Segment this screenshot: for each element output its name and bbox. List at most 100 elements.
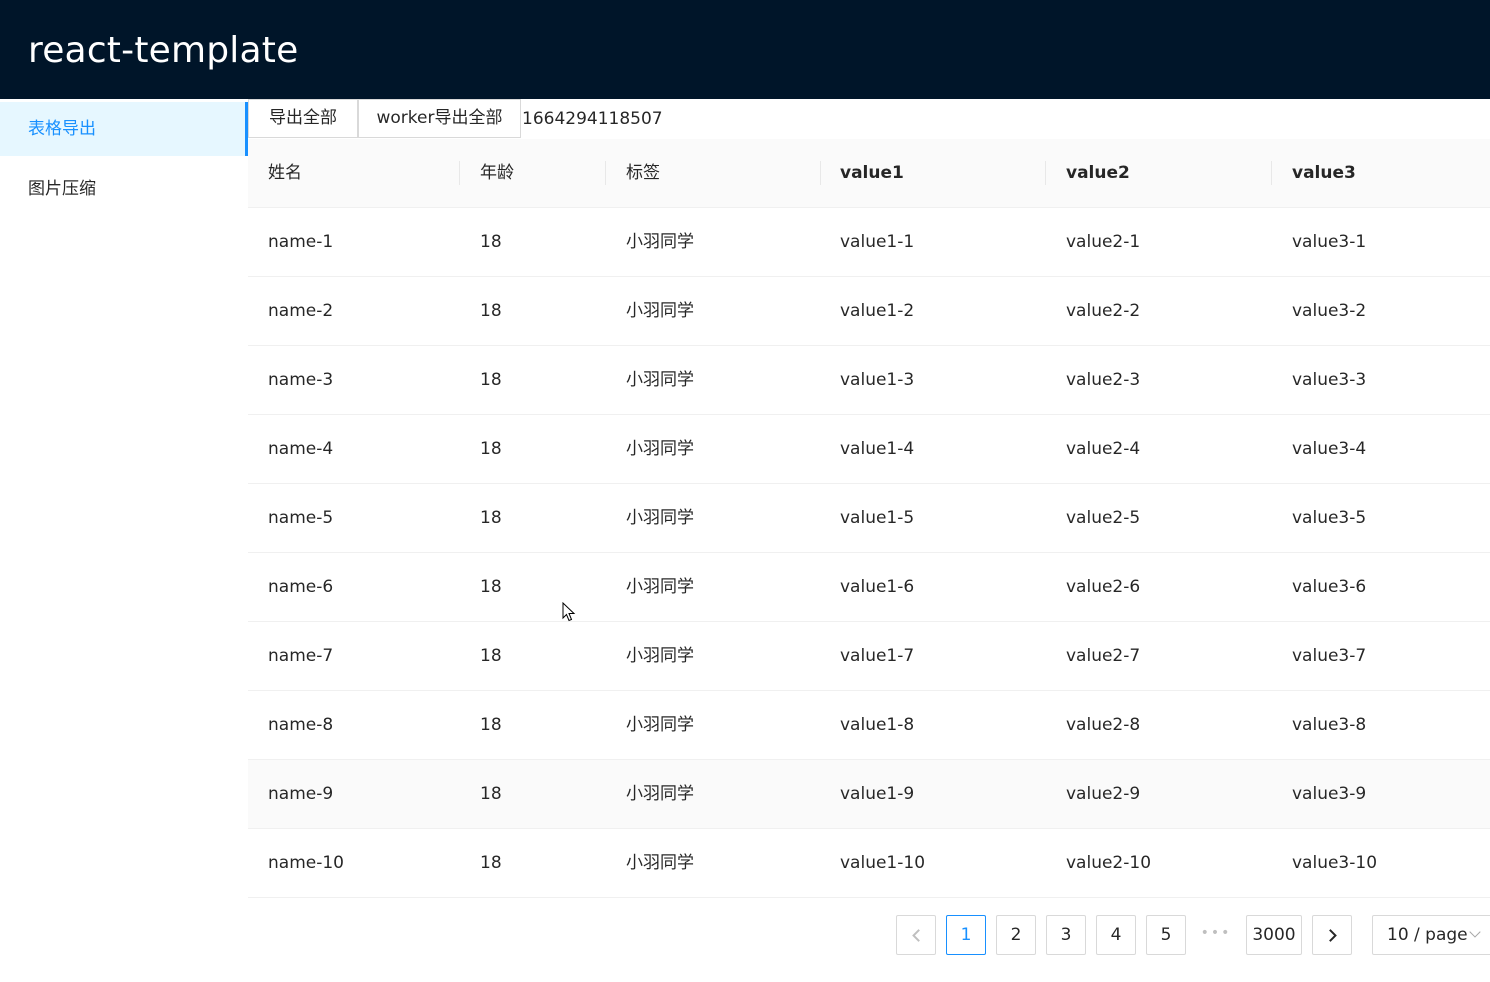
table-row[interactable]: name-9 18 小羽同学 value1-9 value2-9 value3-9 <box>248 760 1490 829</box>
column-header-age[interactable]: 年龄 <box>480 139 514 207</box>
cell-value2: value2-8 <box>1066 715 1141 735</box>
column-header-tag[interactable]: 标签 <box>626 139 660 207</box>
cell-value1: value1-5 <box>840 508 915 528</box>
cell-name: name-1 <box>268 232 334 252</box>
table-row[interactable]: name-8 18 小羽同学 value1-8 value2-8 value3-8 <box>248 691 1490 760</box>
cell-name: name-2 <box>268 301 334 321</box>
cell-name: name-10 <box>268 853 344 873</box>
cell-value3: value3-5 <box>1292 508 1367 528</box>
cell-value1: value1-4 <box>840 439 915 459</box>
cell-tag: 小羽同学 <box>626 232 694 252</box>
toolbar: 导出全部 worker导出全部 1664294118507 <box>248 99 1490 139</box>
cell-value2: value2-2 <box>1066 301 1141 321</box>
cell-value1: value1-9 <box>840 784 915 804</box>
cell-value3: value3-2 <box>1292 301 1367 321</box>
cell-value2: value2-1 <box>1066 232 1141 252</box>
cell-name: name-7 <box>268 646 334 666</box>
cell-value1: value1-3 <box>840 370 915 390</box>
column-divider <box>1271 161 1272 185</box>
worker-export-all-button[interactable]: worker导出全部 <box>358 99 521 138</box>
table-row[interactable]: name-4 18 小羽同学 value1-4 value2-4 value3-4 <box>248 415 1490 484</box>
next-page-button[interactable] <box>1312 915 1352 955</box>
table-row[interactable]: name-5 18 小羽同学 value1-5 value2-5 value3-5 <box>248 484 1490 553</box>
sidebar: 表格导出 图片压缩 <box>0 99 248 982</box>
mouse-cursor-icon <box>562 602 576 622</box>
cell-value3: value3-8 <box>1292 715 1367 735</box>
page-last[interactable]: 3000 <box>1246 915 1302 955</box>
cell-age: 18 <box>480 301 502 321</box>
cell-value2: value2-7 <box>1066 646 1141 666</box>
page-3[interactable]: 3 <box>1046 915 1086 955</box>
cell-value3: value3-1 <box>1292 232 1367 252</box>
cell-value2: value2-5 <box>1066 508 1141 528</box>
export-timestamp: 1664294118507 <box>522 109 663 129</box>
jump-next-ellipsis[interactable]: ••• <box>1196 915 1236 955</box>
cell-age: 18 <box>480 370 502 390</box>
cell-name: name-4 <box>268 439 334 459</box>
column-header-value1[interactable]: value1 <box>840 139 904 207</box>
cell-value1: value1-7 <box>840 646 915 666</box>
cell-tag: 小羽同学 <box>626 715 694 735</box>
page-size-value: 10 / page <box>1387 925 1468 945</box>
cell-tag: 小羽同学 <box>626 301 694 321</box>
cell-name: name-5 <box>268 508 334 528</box>
export-all-button[interactable]: 导出全部 <box>248 99 358 138</box>
column-header-value3[interactable]: value3 <box>1292 139 1356 207</box>
chevron-right-icon <box>1323 929 1337 942</box>
cell-value1: value1-2 <box>840 301 915 321</box>
prev-page-button[interactable] <box>896 915 936 955</box>
cell-tag: 小羽同学 <box>626 439 694 459</box>
column-header-name[interactable]: 姓名 <box>268 139 302 207</box>
column-header-value2[interactable]: value2 <box>1066 139 1130 207</box>
chevron-down-icon <box>1469 926 1481 938</box>
cell-tag: 小羽同学 <box>626 853 694 873</box>
cell-value2: value2-6 <box>1066 577 1141 597</box>
table-row[interactable]: name-10 18 小羽同学 value1-10 value2-10 value3-10 <box>248 829 1490 898</box>
page-2[interactable]: 2 <box>996 915 1036 955</box>
cell-name: name-6 <box>268 577 334 597</box>
cell-value2: value2-3 <box>1066 370 1141 390</box>
cell-age: 18 <box>480 439 502 459</box>
cell-age: 18 <box>480 508 502 528</box>
app-title: react-template <box>28 30 299 71</box>
pagination: 1 2 3 4 5 ••• 3000 10 / page <box>0 915 1490 955</box>
table-row[interactable]: name-2 18 小羽同学 value1-2 value2-2 value3-2 <box>248 277 1490 346</box>
cell-name: name-3 <box>268 370 334 390</box>
cell-value2: value2-9 <box>1066 784 1141 804</box>
cell-tag: 小羽同学 <box>626 370 694 390</box>
cell-age: 18 <box>480 784 502 804</box>
page-1[interactable]: 1 <box>946 915 986 955</box>
table-row[interactable]: name-1 18 小羽同学 value1-1 value2-1 value3-1 <box>248 208 1490 277</box>
cell-value3: value3-3 <box>1292 370 1367 390</box>
cell-value3: value3-6 <box>1292 577 1367 597</box>
cell-age: 18 <box>480 853 502 873</box>
chevron-left-icon <box>911 929 925 942</box>
cell-age: 18 <box>480 715 502 735</box>
page-4[interactable]: 4 <box>1096 915 1136 955</box>
cell-value1: value1-1 <box>840 232 915 252</box>
cell-tag: 小羽同学 <box>626 508 694 528</box>
cell-name: name-9 <box>268 784 334 804</box>
cell-value3: value3-9 <box>1292 784 1367 804</box>
page-size-select[interactable]: 10 / page <box>1372 915 1490 955</box>
column-divider <box>820 161 821 185</box>
table-row[interactable]: name-7 18 小羽同学 value1-7 value2-7 value3-7 <box>248 622 1490 691</box>
cell-age: 18 <box>480 646 502 666</box>
cell-tag: 小羽同学 <box>626 646 694 666</box>
page-5[interactable]: 5 <box>1146 915 1186 955</box>
cell-tag: 小羽同学 <box>626 784 694 804</box>
main-content: 导出全部 worker导出全部 1664294118507 姓名 年龄 标签 v… <box>248 99 1490 982</box>
cell-value3: value3-7 <box>1292 646 1367 666</box>
cell-value2: value2-10 <box>1066 853 1152 873</box>
sidebar-item-table-export[interactable]: 表格导出 <box>0 102 248 156</box>
table-row[interactable]: name-3 18 小羽同学 value1-3 value2-3 value3-3 <box>248 346 1490 415</box>
sidebar-item-image-compress[interactable]: 图片压缩 <box>0 162 248 216</box>
cell-value1: value1-6 <box>840 577 915 597</box>
cell-age: 18 <box>480 232 502 252</box>
app-header: react-template <box>0 0 1490 99</box>
table-row[interactable]: name-6 18 小羽同学 value1-6 value2-6 value3-6 <box>248 553 1490 622</box>
cell-tag: 小羽同学 <box>626 577 694 597</box>
cell-age: 18 <box>480 577 502 597</box>
cell-value1: value1-10 <box>840 853 926 873</box>
cell-name: name-8 <box>268 715 334 735</box>
